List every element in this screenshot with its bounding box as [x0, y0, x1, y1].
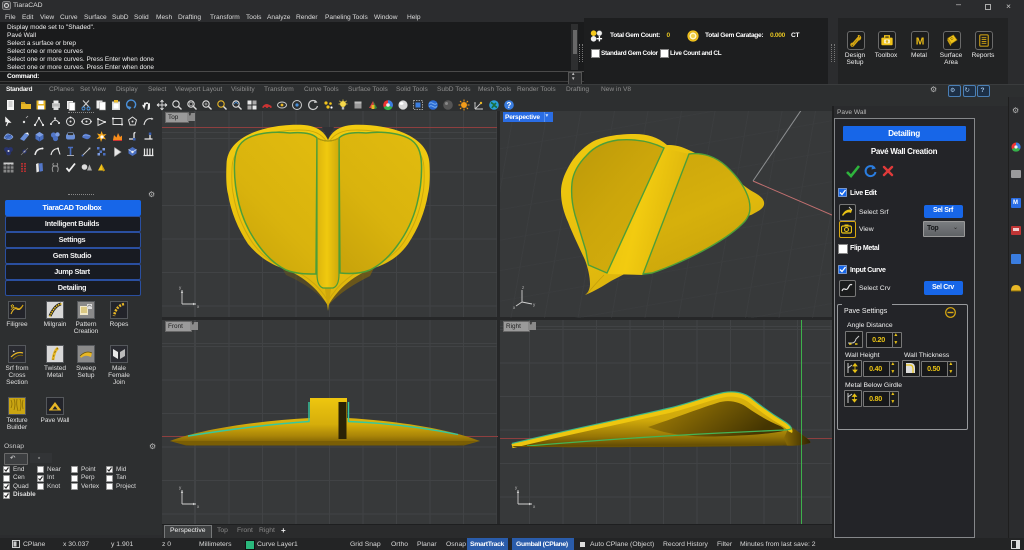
svg-text:x: x — [197, 304, 200, 309]
svg-text:M: M — [916, 36, 925, 47]
svg-text:▲: ▲ — [12, 349, 15, 353]
svg-text:x: x — [513, 305, 516, 310]
svg-text:y: y — [515, 485, 518, 490]
svg-text:x: x — [197, 504, 200, 509]
svg-text:?: ? — [506, 101, 511, 110]
svg-text:y: y — [533, 302, 536, 307]
svg-text:z: z — [522, 285, 525, 290]
svg-text:x: x — [533, 504, 536, 509]
svg-text:y: y — [179, 285, 182, 290]
svg-text:✿: ✿ — [11, 304, 15, 309]
svg-text:y: y — [179, 485, 182, 490]
